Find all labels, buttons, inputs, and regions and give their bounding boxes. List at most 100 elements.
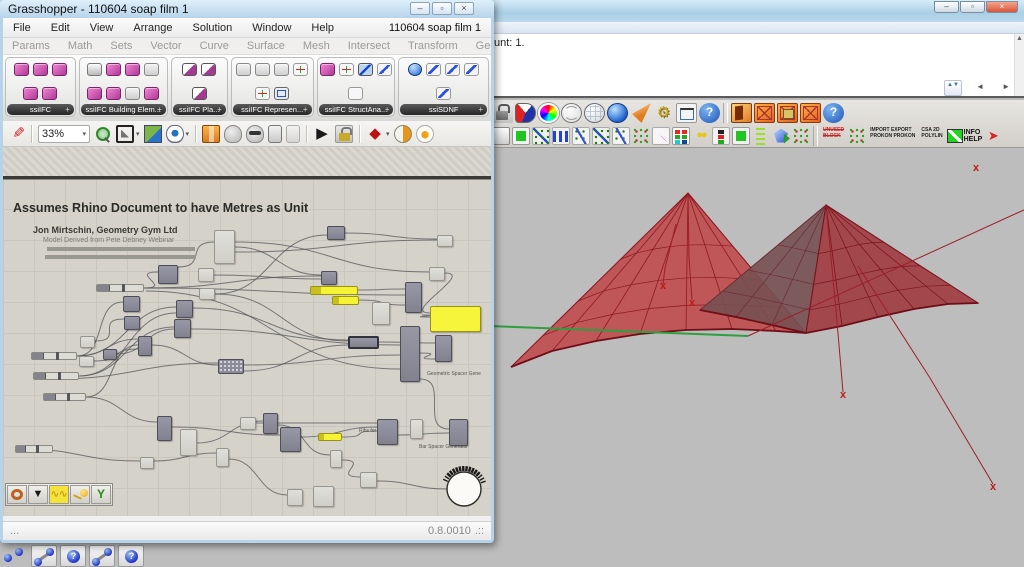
blob-icon[interactable]	[320, 63, 335, 76]
preview-wire-icon[interactable]	[286, 125, 300, 143]
gears-icon[interactable]: ⚙	[653, 103, 674, 123]
doc-icon[interactable]	[201, 63, 216, 76]
knob-widget[interactable]	[443, 466, 485, 506]
display-mode-icon[interactable]	[394, 125, 412, 143]
axis-icon[interactable]	[293, 63, 308, 76]
blob-icon[interactable]	[106, 87, 121, 100]
grasshopper-titlebar[interactable]: Grasshopper - 110604 soap film 1 – ▫ ×	[0, 0, 494, 18]
chevron-down-icon[interactable]: ▾	[186, 130, 190, 138]
info-help-button[interactable]: INFOHELP	[947, 127, 983, 145]
gh-component[interactable]	[240, 417, 256, 430]
comet-icon[interactable]	[70, 485, 90, 504]
sphere-g-icon[interactable]	[584, 103, 605, 123]
tab-transform[interactable]: Transform	[399, 40, 467, 52]
gh-component[interactable]	[138, 336, 152, 356]
panel-label[interactable]: ssiSDNF+	[400, 104, 487, 115]
zoom-tool-icon[interactable]	[94, 125, 112, 143]
chevron-down-icon[interactable]: ▾	[386, 130, 390, 138]
gem-icon[interactable]	[772, 127, 790, 145]
gh-slider[interactable]	[33, 372, 79, 380]
preview-eye-icon[interactable]	[166, 125, 184, 143]
menu-help[interactable]: Help	[301, 22, 344, 34]
gray-icon[interactable]	[236, 63, 251, 76]
panel-expand-button[interactable]: +	[65, 104, 70, 115]
bulbs-icon[interactable]: ●●	[692, 127, 710, 145]
gh-component[interactable]	[348, 336, 379, 349]
scat-icon[interactable]	[848, 127, 866, 145]
zig-icon[interactable]	[612, 127, 630, 145]
panel-label[interactable]: ssiIFC+	[7, 104, 74, 115]
rhino-close-button[interactable]: ×	[986, 1, 1018, 13]
gh-component[interactable]	[330, 450, 342, 468]
mesh-lock-icon[interactable]	[777, 103, 798, 123]
gh-slider[interactable]	[15, 445, 53, 453]
solver-play-icon[interactable]: ▶	[313, 125, 331, 143]
gh-close-button[interactable]: ×	[454, 2, 474, 15]
gh-slider[interactable]	[310, 286, 358, 295]
menu-solution[interactable]: Solution	[183, 22, 243, 34]
gh-slider[interactable]	[318, 433, 342, 441]
gh-component[interactable]	[198, 268, 214, 282]
gh-canvas[interactable]: Assumes Rhino Document to have Metres as…	[3, 147, 491, 516]
gh-slider[interactable]	[31, 352, 77, 360]
menu-edit[interactable]: Edit	[41, 22, 80, 34]
diagsq-icon[interactable]	[358, 63, 373, 76]
menu-window[interactable]: Window	[242, 22, 301, 34]
zoom-level-select[interactable]: 33% ▾	[38, 125, 90, 143]
help-sphere-icon[interactable]: ?	[60, 545, 86, 567]
scat-icon[interactable]	[792, 127, 810, 145]
blob-icon[interactable]	[87, 87, 102, 100]
strut-icon[interactable]	[436, 87, 451, 100]
doc-icon[interactable]	[182, 63, 197, 76]
navigation-map-icon[interactable]	[144, 125, 162, 143]
strut-icon-2[interactable]	[89, 545, 115, 567]
gh-component[interactable]	[124, 316, 140, 330]
tab-curve[interactable]: Curve	[191, 40, 238, 52]
blob-icon[interactable]	[144, 87, 159, 100]
chevron-down-icon[interactable]: ▾	[136, 130, 140, 138]
gray-icon[interactable]	[255, 63, 270, 76]
preview-off-icon[interactable]	[224, 125, 242, 143]
strut-icon[interactable]	[426, 63, 441, 76]
tri-icon[interactable]	[652, 127, 670, 145]
gray-icon[interactable]	[125, 87, 140, 100]
gh-component[interactable]	[103, 349, 117, 360]
strut-icon[interactable]	[377, 63, 392, 76]
help-icon[interactable]: ?	[699, 103, 720, 123]
tab-math[interactable]: Math	[59, 40, 101, 52]
green-icon[interactable]	[512, 127, 530, 145]
gh-minimize-button[interactable]: –	[410, 2, 430, 15]
axis-icon[interactable]	[255, 87, 270, 100]
badge-unused-label[interactable]: UNUSEDBLOCK	[821, 127, 846, 145]
gh-component[interactable]	[180, 429, 197, 456]
anchor-point-marker[interactable]: x	[990, 481, 997, 493]
anchor-point-marker[interactable]: x	[660, 280, 667, 292]
strut-icon[interactable]	[31, 545, 57, 567]
gh-slider[interactable]	[96, 284, 144, 292]
sphere-o-icon[interactable]	[561, 103, 582, 123]
tab-geomgym[interactable]: GeomGym	[467, 40, 491, 52]
tab-intersect[interactable]: Intersect	[339, 40, 399, 52]
ared-icon[interactable]: ➤	[984, 127, 1002, 145]
gh-component[interactable]	[360, 472, 377, 488]
strut-icon[interactable]	[445, 63, 460, 76]
gh-slider[interactable]	[43, 393, 86, 401]
tab-sets[interactable]: Sets	[101, 40, 141, 52]
dim-icon[interactable]	[676, 103, 697, 123]
panel-expand-button[interactable]: +	[385, 104, 390, 115]
anchor-point-marker[interactable]: x	[840, 389, 847, 401]
menu-view[interactable]: View	[80, 22, 124, 34]
panel-expand-button[interactable]: +	[303, 104, 308, 115]
gh-component[interactable]	[280, 427, 301, 452]
gh-component[interactable]	[174, 319, 191, 338]
panel-label[interactable]: ssiIFC StructAna...+	[319, 104, 394, 115]
panel-label[interactable]: ssiIFC Pla...+	[173, 104, 226, 115]
gh-component[interactable]	[429, 267, 445, 281]
help-sphere-icon-2[interactable]: ?	[118, 545, 144, 567]
sprout-icon[interactable]: Y	[91, 485, 111, 504]
tab-params[interactable]: Params	[3, 40, 59, 52]
gray-icon[interactable]	[274, 63, 289, 76]
gh-component[interactable]	[158, 265, 178, 284]
anchor-point-marker[interactable]: x	[689, 297, 696, 309]
sketch-pencil-icon[interactable]: ✎	[7, 125, 25, 143]
